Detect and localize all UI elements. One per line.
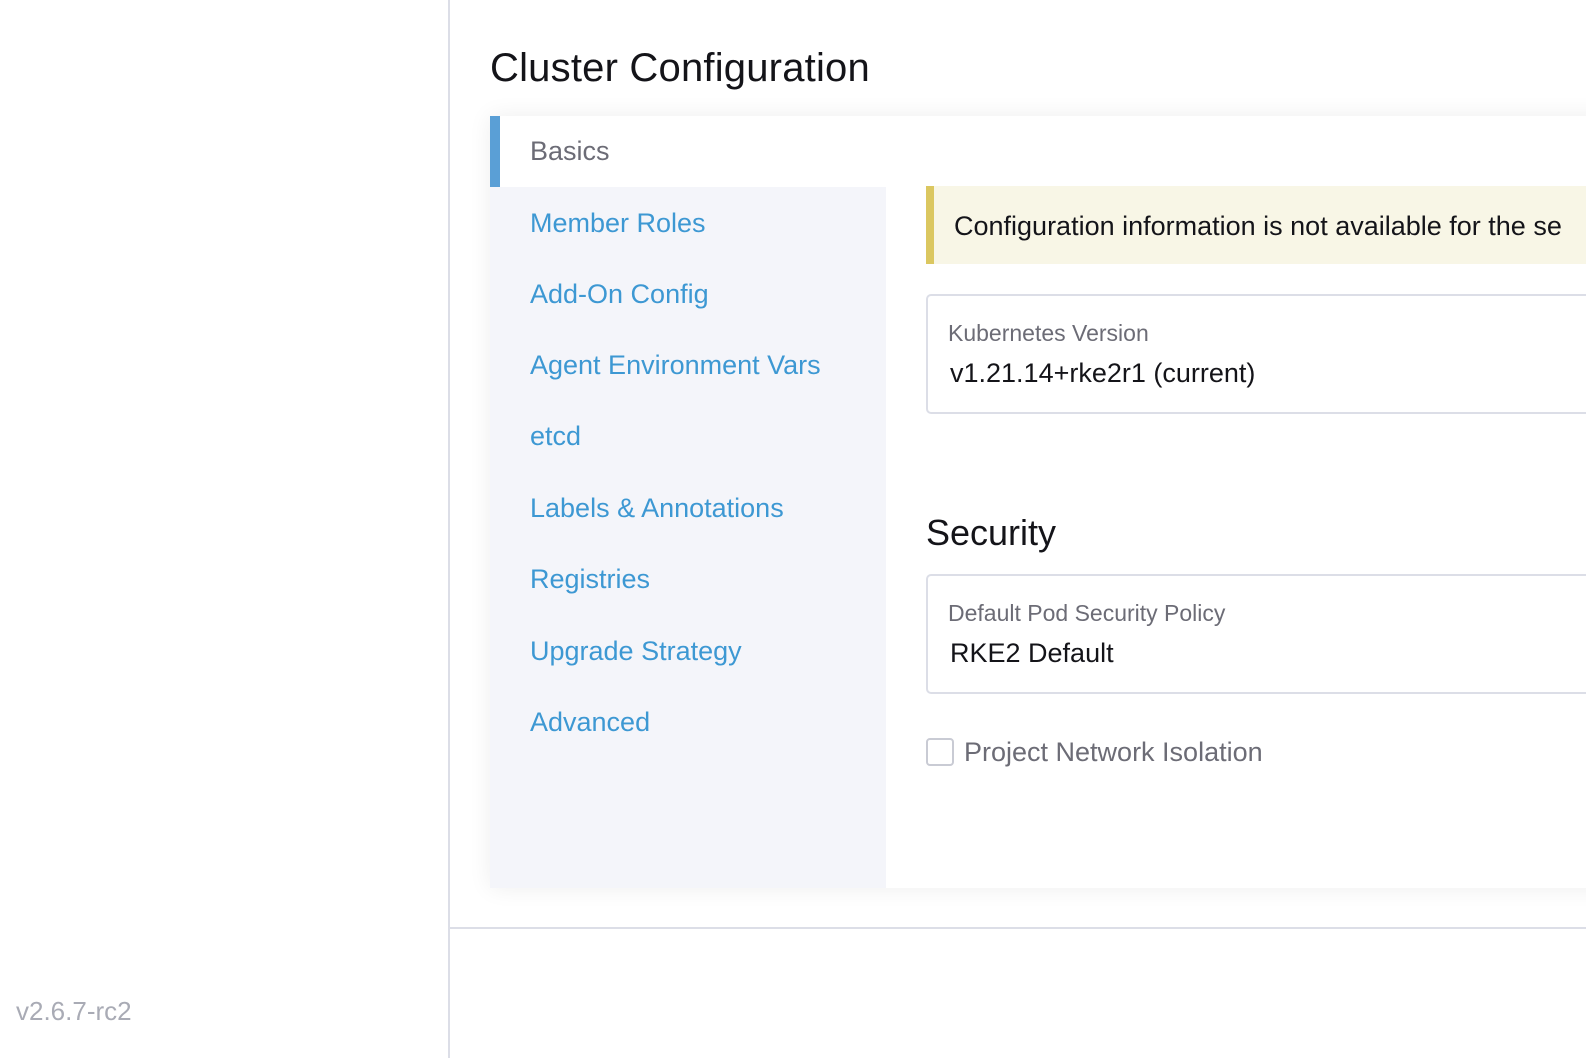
psp-label: Default Pod Security Policy: [948, 600, 1226, 626]
network-isolation-label[interactable]: Project Network Isolation: [964, 737, 1263, 768]
kubernetes-version-label: Kubernetes Version: [948, 320, 1149, 346]
config-card: Basics Member Roles Add-On Config Agent …: [490, 116, 1586, 888]
psp-value: RKE2 Default: [950, 638, 1114, 668]
tab-member-roles[interactable]: Member Roles: [490, 188, 886, 259]
tab-upgrade-strategy[interactable]: Upgrade Strategy: [490, 616, 886, 687]
main-content: Cluster Configuration Basics Member Role…: [450, 0, 1586, 1058]
kubernetes-version-select[interactable]: Kubernetes Version v1.21.14+rke2r1 (curr…: [926, 294, 1586, 414]
security-heading: Security: [926, 512, 1057, 553]
default-pod-security-policy-select[interactable]: Default Pod Security Policy RKE2 Default: [926, 574, 1586, 694]
network-isolation-row[interactable]: Project Network Isolation: [926, 734, 1263, 770]
tab-basics[interactable]: Basics: [490, 116, 886, 187]
app-version: v2.6.7-rc2: [16, 996, 132, 1026]
footer-divider: [450, 927, 1586, 929]
tab-agent-environment-vars[interactable]: Agent Environment Vars: [490, 330, 886, 401]
info-banner: Configuration information is not availab…: [926, 186, 1586, 264]
basics-panel: Configuration information is not availab…: [886, 116, 1586, 888]
tab-registries[interactable]: Registries: [490, 544, 886, 615]
left-nav: v2.6.7-rc2: [0, 0, 450, 1058]
tab-labels-annotations[interactable]: Labels & Annotations: [490, 473, 886, 544]
tab-etcd[interactable]: etcd: [490, 401, 886, 472]
tab-advanced[interactable]: Advanced: [490, 687, 886, 758]
side-tabs: Basics Member Roles Add-On Config Agent …: [490, 116, 886, 888]
kubernetes-version-value: v1.21.14+rke2r1 (current): [950, 358, 1256, 388]
tab-add-on-config[interactable]: Add-On Config: [490, 259, 886, 330]
network-isolation-checkbox[interactable]: [926, 738, 954, 766]
page-title: Cluster Configuration: [490, 46, 870, 90]
